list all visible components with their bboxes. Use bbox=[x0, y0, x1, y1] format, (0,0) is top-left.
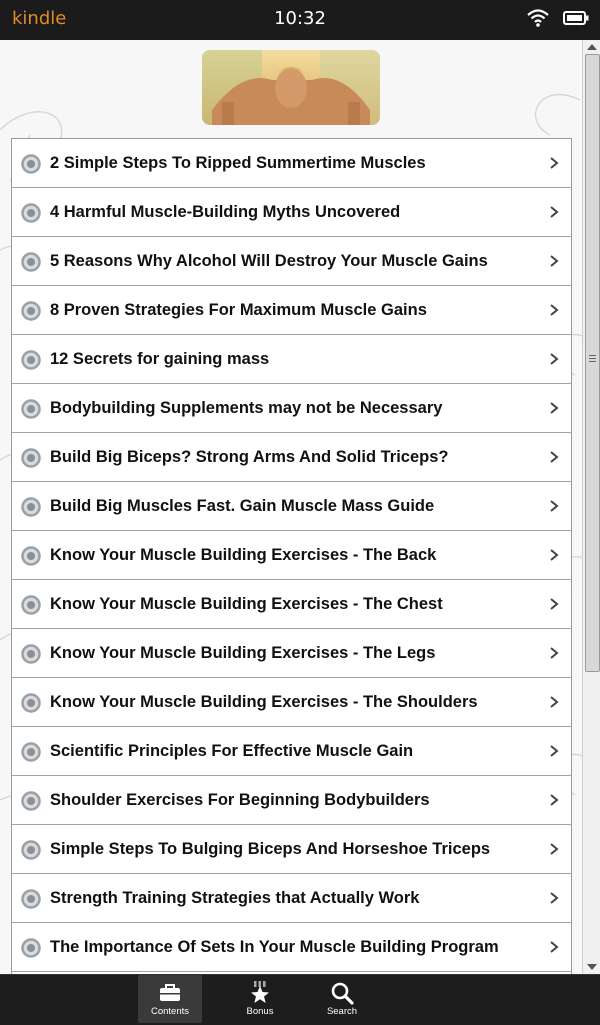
vertical-scrollbar[interactable] bbox=[582, 40, 600, 974]
list-item-label: 2 Simple Steps To Ripped Summertime Musc… bbox=[50, 154, 426, 172]
chevron-right-icon bbox=[550, 451, 559, 463]
chevron-right-icon bbox=[550, 255, 559, 267]
bottom-tab-bar: Contents Bonus Search bbox=[0, 974, 600, 1025]
scroll-up-arrow-icon[interactable] bbox=[587, 44, 597, 50]
list-item-label: Know Your Muscle Building Exercises - Th… bbox=[50, 595, 443, 613]
list-item[interactable]: Build Big Muscles Fast. Gain Muscle Mass… bbox=[12, 482, 571, 531]
bullet-circle-icon bbox=[21, 350, 41, 370]
chevron-right-icon bbox=[550, 500, 559, 512]
thumb-grip-line bbox=[589, 358, 596, 359]
list-item[interactable]: Shoulder Exercises For Beginning Bodybui… bbox=[12, 776, 571, 825]
tab-bonus[interactable]: Bonus bbox=[228, 975, 292, 1023]
chevron-right-icon bbox=[550, 304, 559, 316]
list-item-label: Bodybuilding Supplements may not be Nece… bbox=[50, 399, 443, 417]
bullet-circle-icon bbox=[21, 448, 41, 468]
list-item[interactable]: Build Big Biceps? Strong Arms And Solid … bbox=[12, 433, 571, 482]
banner-image bbox=[202, 50, 380, 125]
bullet-circle-icon bbox=[21, 154, 41, 174]
list-item-label: Scientific Principles For Effective Musc… bbox=[50, 742, 414, 760]
bullet-circle-icon bbox=[21, 644, 41, 664]
bullet-circle-icon bbox=[21, 742, 41, 762]
chevron-right-icon bbox=[550, 549, 559, 561]
tab-label: Bonus bbox=[246, 1006, 274, 1017]
list-item-label: Shoulder Exercises For Beginning Bodybui… bbox=[50, 791, 430, 809]
tab-label: Search bbox=[326, 1006, 358, 1017]
list-item-label: The Importance Of Sets In Your Muscle Bu… bbox=[50, 938, 499, 956]
list-item[interactable]: Know Your Muscle Building Exercises - Th… bbox=[12, 629, 571, 678]
chapter-list: 2 Simple Steps To Ripped Summertime Musc… bbox=[11, 138, 572, 974]
list-item-label: 4 Harmful Muscle-Building Myths Uncovere… bbox=[50, 203, 401, 221]
list-item-label: Know Your Muscle Building Exercises - Th… bbox=[50, 546, 437, 564]
chevron-right-icon bbox=[550, 353, 559, 365]
list-item[interactable]: 8 Proven Strategies For Maximum Muscle G… bbox=[12, 286, 571, 335]
list-item[interactable]: Bodybuilding Supplements may not be Nece… bbox=[12, 384, 571, 433]
scroll-down-arrow-icon[interactable] bbox=[587, 964, 597, 970]
list-item[interactable]: Simple Steps To Bulging Biceps And Horse… bbox=[12, 825, 571, 874]
chevron-right-icon bbox=[550, 794, 559, 806]
bullet-circle-icon bbox=[21, 203, 41, 223]
list-item[interactable]: Know Your Muscle Building Exercises - Th… bbox=[12, 580, 571, 629]
list-item[interactable]: 12 Secrets for gaining mass bbox=[12, 335, 571, 384]
chevron-right-icon bbox=[550, 696, 559, 708]
list-item-label: Build Big Biceps? Strong Arms And Solid … bbox=[50, 448, 449, 466]
list-item-label: Simple Steps To Bulging Biceps And Horse… bbox=[50, 840, 491, 858]
search-icon bbox=[331, 982, 354, 1005]
bullet-circle-icon bbox=[21, 840, 41, 860]
list-item[interactable]: Know Your Muscle Building Exercises - Th… bbox=[12, 678, 571, 727]
chevron-right-icon bbox=[550, 941, 559, 953]
list-item-label: Strength Training Strategies that Actual… bbox=[50, 889, 420, 907]
bullet-circle-icon bbox=[21, 252, 41, 272]
list-item-label: Know Your Muscle Building Exercises - Th… bbox=[50, 644, 436, 662]
list-item[interactable]: 5 Reasons Why Alcohol Will Destroy Your … bbox=[12, 237, 571, 286]
bullet-circle-icon bbox=[21, 301, 41, 321]
chevron-right-icon bbox=[550, 402, 559, 414]
list-item-label: 5 Reasons Why Alcohol Will Destroy Your … bbox=[50, 252, 488, 270]
bullet-circle-icon bbox=[21, 938, 41, 958]
chevron-right-icon bbox=[550, 647, 559, 659]
list-item[interactable]: 2 Simple Steps To Ripped Summertime Musc… bbox=[12, 139, 571, 188]
list-item[interactable]: The Importance Of Sets In Your Muscle Bu… bbox=[12, 923, 571, 972]
bullet-circle-icon bbox=[21, 497, 41, 517]
status-bar: kindle 10:32 bbox=[0, 0, 600, 40]
list-item[interactable]: Scientific Principles For Effective Musc… bbox=[12, 727, 571, 776]
scrollbar-thumb[interactable] bbox=[585, 54, 600, 672]
chevron-right-icon bbox=[550, 843, 559, 855]
thumb-grip-line bbox=[589, 361, 596, 362]
star-icon bbox=[251, 981, 269, 1003]
list-item-label: Build Big Muscles Fast. Gain Muscle Mass… bbox=[50, 497, 435, 515]
bullet-circle-icon bbox=[21, 546, 41, 566]
tab-label: Contents bbox=[150, 1006, 190, 1017]
list-item-label: 8 Proven Strategies For Maximum Muscle G… bbox=[50, 301, 427, 319]
chevron-right-icon bbox=[550, 157, 559, 169]
thumb-grip-line bbox=[589, 355, 596, 356]
briefcase-icon bbox=[160, 984, 180, 1001]
clock-time: 10:32 bbox=[274, 8, 326, 29]
list-item[interactable]: 4 Harmful Muscle-Building Myths Uncovere… bbox=[12, 188, 571, 237]
battery-icon bbox=[563, 11, 589, 25]
list-item-label: Know Your Muscle Building Exercises - Th… bbox=[50, 693, 478, 711]
chevron-right-icon bbox=[550, 598, 559, 610]
tab-contents[interactable]: Contents bbox=[138, 975, 202, 1023]
chevron-right-icon bbox=[550, 892, 559, 904]
bullet-circle-icon bbox=[21, 889, 41, 909]
wifi-icon bbox=[527, 9, 549, 27]
bullet-circle-icon bbox=[21, 791, 41, 811]
bullet-circle-icon bbox=[21, 399, 41, 419]
list-item[interactable]: Know Your Muscle Building Exercises - Th… bbox=[12, 531, 571, 580]
chevron-right-icon bbox=[550, 745, 559, 757]
content-area[interactable]: 2 Simple Steps To Ripped Summertime Musc… bbox=[0, 40, 600, 974]
tab-search[interactable]: Search bbox=[310, 975, 374, 1023]
list-item[interactable]: Strength Training Strategies that Actual… bbox=[12, 874, 571, 923]
chevron-right-icon bbox=[550, 206, 559, 218]
bullet-circle-icon bbox=[21, 595, 41, 615]
list-item-label: 12 Secrets for gaining mass bbox=[50, 350, 270, 368]
bullet-circle-icon bbox=[21, 693, 41, 713]
